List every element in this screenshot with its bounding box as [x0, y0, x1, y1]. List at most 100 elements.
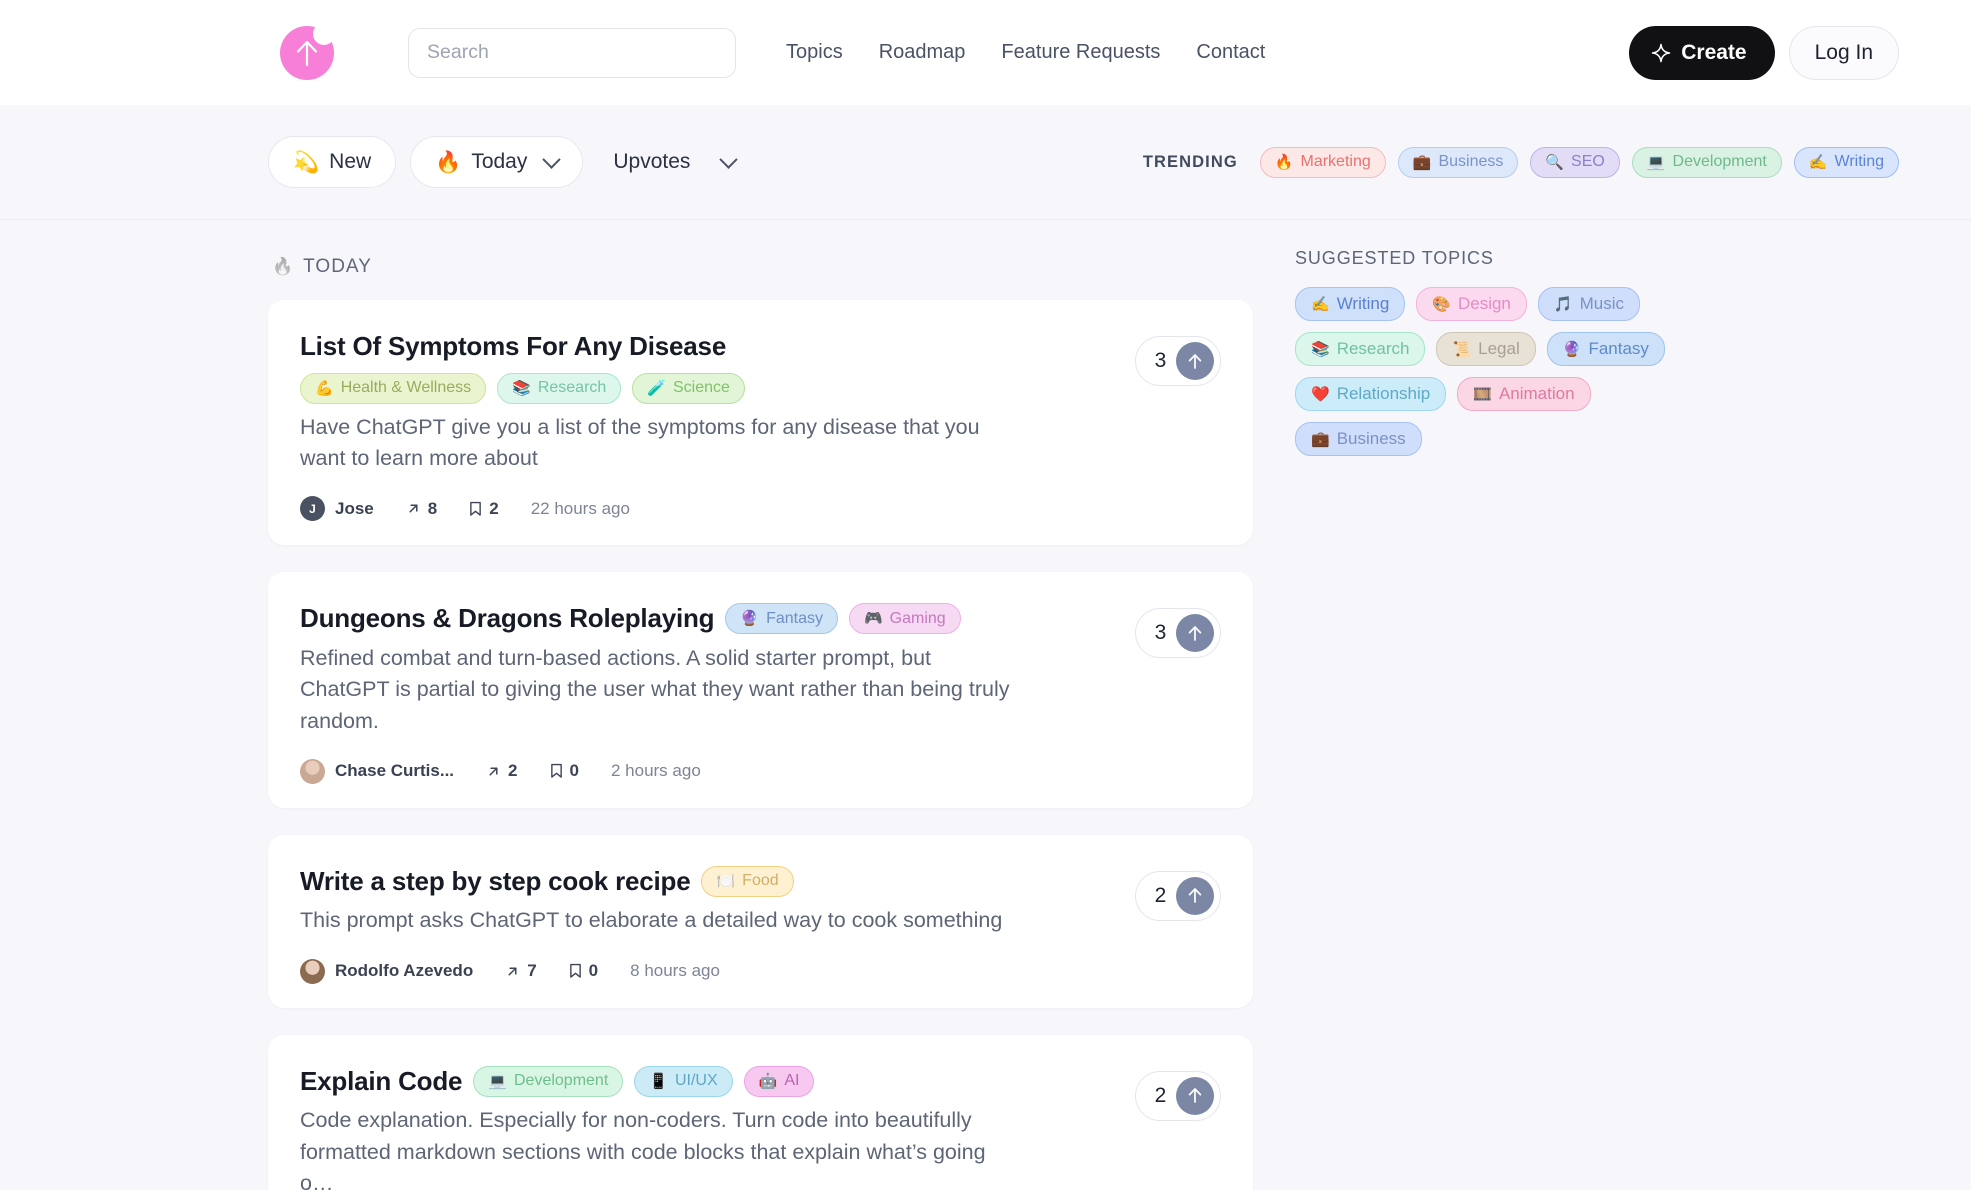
chip-label: Fantasy — [766, 609, 823, 627]
topic-chip-design[interactable]: 🎨 Design — [1416, 287, 1527, 321]
prompt-card-author[interactable]: Chase Curtis... — [300, 758, 455, 784]
chip-emoji-icon: 📜 — [1452, 340, 1472, 358]
upvote-arrow-circle[interactable] — [1176, 876, 1215, 915]
saves-count: 0 — [569, 761, 579, 781]
prompt-card-title-row: Explain Code 💻 Development 📱 UI/UX 🤖 AI — [300, 1065, 1109, 1098]
filter-new-button[interactable]: 💫 New — [268, 136, 397, 188]
chip-emoji-icon: 📚 — [1311, 340, 1330, 358]
sparkle-icon — [1651, 43, 1671, 62]
trending-section: TRENDING 🔥 Marketing 💼 Business 🔍 SEO 💻 Develop… — [1143, 146, 1899, 178]
chip-emoji-icon: 💼 — [1412, 153, 1432, 171]
prompt-card-author-name: Chase Curtis... — [335, 761, 455, 781]
upvote-logo[interactable] — [280, 22, 335, 80]
topic-chip-research[interactable]: 📚 Research — [1295, 332, 1426, 366]
prompt-tag-ui-ux[interactable]: 📱 UI/UX — [634, 1065, 733, 1097]
fire-emoji-icon: 🔥 — [435, 150, 462, 174]
prompt-tag-research[interactable]: 📚 Research — [497, 372, 622, 404]
trending-chip-seo[interactable]: 🔍 SEO — [1530, 146, 1620, 178]
prompt-tag-development[interactable]: 💻 Development — [473, 1065, 624, 1097]
topic-chip-animation[interactable]: 🎞️ Animation — [1457, 377, 1591, 411]
trending-chip-writing[interactable]: ✍️ Writing — [1793, 146, 1899, 178]
prompt-card-body: Explain Code 💻 Development 📱 UI/UX 🤖 AI Code ex… — [300, 1065, 1109, 1190]
prompt-card-title[interactable]: Write a step by step cook recipe — [300, 865, 691, 898]
topic-chip-music[interactable]: 🎵 Music — [1537, 287, 1640, 321]
upvote-arrow-circle[interactable] — [1176, 614, 1215, 653]
avatar: J — [300, 496, 325, 522]
chip-label: Food — [742, 872, 779, 890]
prompt-card-title[interactable]: List Of Symptoms For Any Disease — [300, 330, 726, 363]
prompt-card-saves: 2 — [469, 498, 499, 519]
prompt-card-author-name: Rodolfo Azevedo — [335, 961, 474, 981]
nav-item-feature-requests[interactable]: Feature Requests — [999, 37, 1162, 68]
search-box[interactable] — [408, 27, 736, 78]
trending-chip-marketing[interactable]: 🔥 Marketing — [1259, 146, 1386, 178]
trending-chip-development[interactable]: 💻 Development — [1631, 146, 1782, 178]
chip-label: SEO — [1571, 153, 1605, 170]
topic-chip-writing[interactable]: ✍️ Writing — [1295, 287, 1406, 321]
bookmark-icon — [550, 764, 562, 779]
filter-controls: 💫 New 🔥 Today Upvotes — [268, 136, 759, 188]
topic-chip-fantasy[interactable]: 🔮 Fantasy — [1546, 332, 1665, 366]
prompt-card-description: This prompt asks ChatGPT to elaborate a … — [300, 908, 1003, 933]
saves-count: 2 — [489, 498, 499, 518]
upvote-arrow-circle[interactable] — [1176, 1076, 1215, 1115]
prompt-card-author[interactable]: J Jose — [300, 496, 374, 522]
filter-new-label: New — [329, 150, 372, 173]
search-input[interactable] — [427, 41, 717, 64]
prompt-tag-ai[interactable]: 🤖 AI — [743, 1065, 815, 1097]
chip-emoji-icon: ✍️ — [1311, 295, 1330, 313]
topic-chip-relationship[interactable]: ❤️ Relationship — [1295, 377, 1447, 411]
trending-chip-business[interactable]: 💼 Business — [1397, 146, 1519, 178]
prompt-card-title-row: Dungeons & Dragons Roleplaying 🔮 Fantasy 🎮 G… — [300, 602, 1109, 635]
prompt-tag-science[interactable]: 🧪 Science — [632, 372, 745, 404]
prompt-card[interactable]: Explain Code 💻 Development 📱 UI/UX 🤖 AI Code ex… — [268, 1034, 1253, 1190]
upvote-count: 3 — [1154, 621, 1167, 645]
chip-label: Marketing — [1300, 153, 1371, 170]
upvote-button[interactable]: 2 — [1135, 1070, 1221, 1121]
nav-item-topics[interactable]: Topics — [784, 37, 845, 68]
upvote-arrow-circle[interactable] — [1176, 342, 1215, 380]
prompt-card-description: Code explanation. Especially for non-cod… — [300, 1108, 986, 1190]
create-button[interactable]: Create — [1629, 25, 1775, 80]
prompt-card-meta: J Jose 8 2 22 hours ago — [300, 496, 1109, 522]
prompt-card-meta: Rodolfo Azevedo 7 0 8 hours ago — [300, 958, 1109, 984]
prompt-card-saves: 0 — [550, 761, 579, 781]
nav-item-contact[interactable]: Contact — [1194, 37, 1267, 68]
prompt-tag-gaming[interactable]: 🎮 Gaming — [848, 603, 961, 634]
upvote-count: 2 — [1154, 883, 1167, 907]
prompt-card-timestamp: 22 hours ago — [530, 498, 630, 518]
prompt-tag-food[interactable]: 🍽️ Food — [701, 865, 794, 897]
filter-today-dropdown[interactable]: 🔥 Today — [410, 136, 584, 188]
prompt-card[interactable]: Dungeons & Dragons Roleplaying 🔮 Fantasy 🎮 G… — [268, 572, 1253, 808]
chip-label: Business — [1438, 153, 1504, 170]
login-button[interactable]: Log In — [1788, 25, 1899, 80]
prompt-tag-fantasy[interactable]: 🔮 Fantasy — [725, 603, 838, 634]
share-arrow-icon — [409, 504, 418, 513]
topic-chip-business[interactable]: 💼 Business — [1295, 422, 1422, 456]
upvote-button[interactable]: 3 — [1135, 608, 1221, 659]
upvote-button[interactable]: 2 — [1135, 870, 1221, 921]
chip-emoji-icon: 🍽️ — [716, 872, 736, 890]
logo-up-arrow-icon — [296, 40, 318, 66]
prompt-card-tag-row: 💪 Health & Wellness 📚 Research 🧪 Science — [300, 372, 1109, 404]
main-content: 🔥 TODAY List Of Symptoms For Any Disease… — [0, 220, 1971, 1190]
filter-bar: 💫 New 🔥 Today Upvotes TRENDING 🔥 Marketin… — [0, 105, 1971, 220]
prompt-card-title[interactable]: Explain Code — [300, 1065, 462, 1098]
nav-item-roadmap[interactable]: Roadmap — [877, 37, 968, 68]
sort-dropdown[interactable]: Upvotes — [597, 136, 759, 188]
chip-emoji-icon: 📚 — [512, 379, 531, 397]
prompt-card[interactable]: List Of Symptoms For Any Disease 💪 Health … — [268, 300, 1253, 546]
chip-label: Fantasy — [1588, 339, 1649, 358]
prompt-tag-health-wellness[interactable]: 💪 Health & Wellness — [300, 372, 487, 404]
chip-label: Animation — [1498, 384, 1575, 403]
topic-chip-legal[interactable]: 📜 Legal — [1436, 332, 1536, 366]
upvote-count: 3 — [1154, 349, 1167, 372]
prompt-card-body: List Of Symptoms For Any Disease 💪 Health … — [300, 330, 1109, 522]
prompt-card-title-row: List Of Symptoms For Any Disease — [300, 330, 1109, 363]
upvote-button[interactable]: 3 — [1135, 336, 1221, 386]
prompt-card-title[interactable]: Dungeons & Dragons Roleplaying — [300, 602, 715, 635]
prompt-card-author[interactable]: Rodolfo Azevedo — [300, 958, 474, 984]
share-arrow-icon — [508, 967, 517, 976]
prompt-card[interactable]: Write a step by step cook recipe 🍽️ Food Th… — [268, 834, 1253, 1008]
chip-emoji-icon: 📱 — [649, 1072, 668, 1090]
